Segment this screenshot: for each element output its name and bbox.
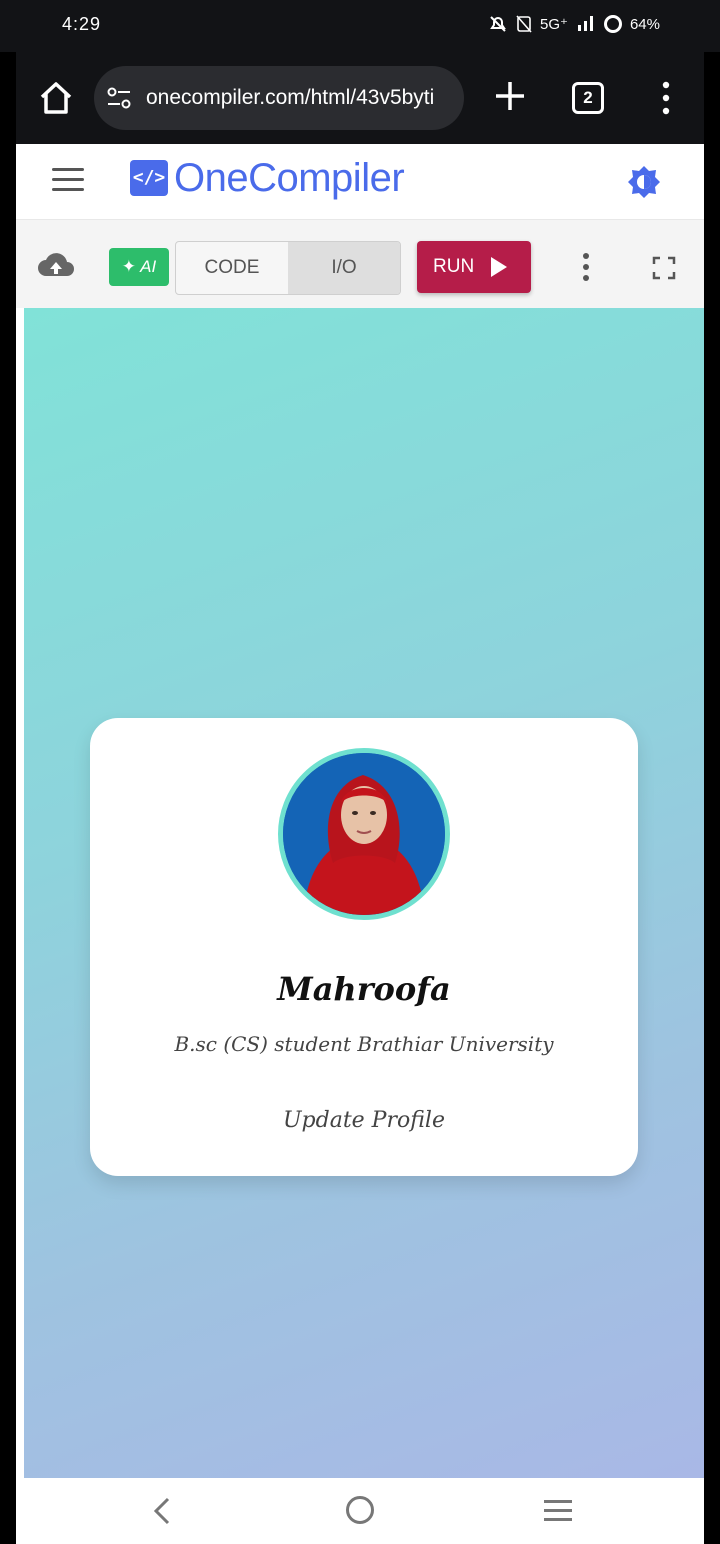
browser-toolbar: onecompiler.com/html/43v5byti 2: [16, 52, 704, 144]
ai-label: AI: [140, 257, 157, 276]
plus-icon[interactable]: [492, 78, 528, 114]
profile-name: Mahroofa: [277, 970, 451, 1008]
tab-switcher-button[interactable]: 2: [572, 82, 604, 114]
brightness-icon[interactable]: [626, 164, 662, 200]
address-bar[interactable]: onecompiler.com/html/43v5byti: [94, 66, 464, 130]
hamburger-icon[interactable]: [52, 168, 84, 194]
sparkle-icon: ✦: [121, 257, 141, 276]
site-header: </> OneCompiler: [16, 144, 704, 220]
battery-level: 64%: [629, 15, 660, 33]
brand-name[interactable]: OneCompiler: [174, 156, 405, 201]
tune-icon[interactable]: [106, 86, 132, 110]
kebab-icon[interactable]: [656, 80, 676, 116]
cloud-upload-icon[interactable]: [36, 250, 76, 280]
system-nav-bar: [16, 1478, 704, 1544]
recent-apps-icon[interactable]: [544, 1500, 572, 1522]
home-icon[interactable]: [36, 78, 76, 118]
home-circle-icon[interactable]: [346, 1496, 374, 1524]
output-preview: Mahroofa B.sc (CS) student Brathiar Univ…: [24, 308, 704, 1478]
logo-icon[interactable]: </>: [130, 160, 168, 196]
update-profile-link[interactable]: Update Profile: [90, 1108, 638, 1133]
run-label: RUN: [433, 256, 475, 277]
run-button[interactable]: RUN: [417, 241, 531, 293]
tab-code[interactable]: CODE: [176, 242, 288, 294]
tab-io[interactable]: I/O: [288, 242, 400, 294]
more-vertical-icon[interactable]: [582, 252, 590, 282]
profile-subtitle: B.sc (CS) student Brathiar University: [174, 1032, 554, 1056]
fullscreen-icon[interactable]: [652, 256, 676, 280]
status-bar: 4:29 5G⁺ 64%: [0, 0, 720, 52]
notifications-off-icon: [490, 16, 506, 32]
status-indicators: 5G⁺ 64%: [488, 14, 660, 34]
battery-icon: [603, 15, 622, 33]
play-icon: [491, 257, 507, 277]
avatar: [278, 748, 450, 920]
view-toggle: CODE I/O: [175, 241, 401, 295]
profile-photo: [283, 753, 445, 915]
network-type: 5G⁺: [540, 16, 568, 33]
no-sim-icon: [516, 15, 532, 33]
profile-card: Mahroofa B.sc (CS) student Brathiar Univ…: [90, 718, 638, 1176]
signal-icon: [577, 16, 593, 31]
web-page: </> OneCompiler ✦ AI CODE I/O RUN Mahroo…: [16, 144, 704, 1478]
ai-button[interactable]: ✦ AI: [109, 248, 169, 286]
url-text[interactable]: onecompiler.com/html/43v5byti: [146, 86, 456, 110]
editor-toolbar: ✦ AI CODE I/O RUN: [16, 220, 704, 308]
back-icon[interactable]: [150, 1496, 174, 1526]
status-time: 4:29: [62, 14, 102, 34]
